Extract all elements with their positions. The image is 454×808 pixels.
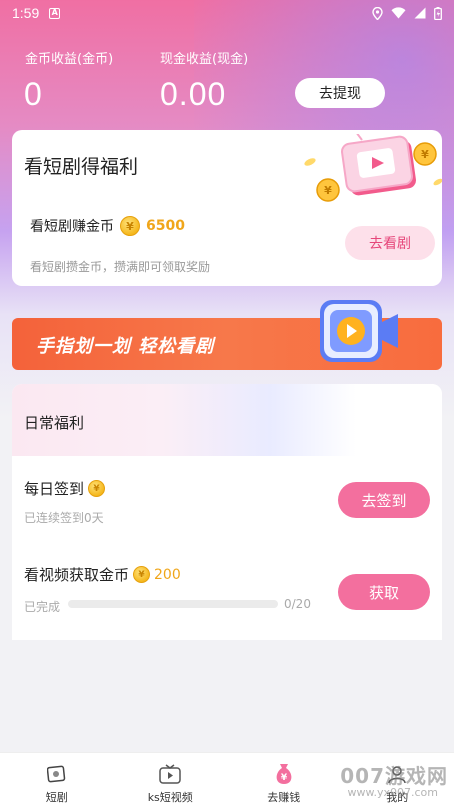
battery-icon <box>434 6 442 20</box>
money-bag-icon: ¥ <box>273 763 295 785</box>
daily-rewards-card: 日常福利 每日签到 ¥ 已连续签到0天 去签到 看视频获取金币 ¥ 200 已完… <box>12 384 442 640</box>
daily-rewards-title: 日常福利 <box>24 414 85 432</box>
task-progress-bar <box>68 600 278 608</box>
coin-icon: ¥ <box>133 566 151 583</box>
checkin-button[interactable]: 去签到 <box>338 482 430 518</box>
get-coins-button[interactable]: 获取 <box>338 574 430 610</box>
tv-icon <box>159 763 181 785</box>
coin-earnings-value: 0 <box>24 76 43 112</box>
location-icon <box>372 6 383 20</box>
daily-rewards-header: 日常福利 <box>12 384 442 456</box>
drama-icon <box>46 763 68 785</box>
drama-card-title: 看短剧得福利 <box>24 156 139 178</box>
drama-description: 看短剧攒金币，攒满即可领取奖励 <box>30 260 211 274</box>
wifi-icon <box>391 7 406 19</box>
drama-earn-label: 看短剧赚金币 <box>30 219 114 235</box>
svg-text:¥: ¥ <box>281 773 288 783</box>
tab-earn-money[interactable]: ¥ 去赚钱 <box>227 753 341 808</box>
task-watch-video: 看视频获取金币 ¥ 200 已完成 0/20 获取 <box>12 546 442 636</box>
task-progress-label: 已完成 <box>24 600 61 614</box>
task-reward: 200 <box>154 566 181 583</box>
tv-illustration: ¥ ¥ <box>304 134 442 202</box>
banner-text: 手指划一划 轻松看剧 <box>36 336 215 357</box>
svg-text:¥: ¥ <box>324 184 332 197</box>
status-icons <box>372 6 442 20</box>
svg-text:¥: ¥ <box>421 148 429 161</box>
drama-earn-row: 看短剧赚金币 ¥ 6500 <box>30 216 185 236</box>
task-title-text: 每日签到 <box>24 480 85 498</box>
watermark-logo: 007游戏网 <box>340 764 448 788</box>
tab-label: 去赚钱 <box>267 791 301 804</box>
task-desc: 已连续签到0天 <box>24 511 104 525</box>
video-camera-icon <box>320 300 398 362</box>
task-checkin: 每日签到 ¥ 已连续签到0天 去签到 <box>12 456 442 546</box>
status-time: 1:59 <box>12 5 40 21</box>
watch-drama-button[interactable]: 去看剧 <box>345 226 435 260</box>
coin-earnings-label: 金币收益(金币) <box>25 52 114 67</box>
drama-earn-coins: 6500 <box>146 218 185 234</box>
task-title-text: 看视频获取金币 <box>24 566 130 584</box>
cash-earnings-value: 0.00 <box>160 76 227 112</box>
status-bar: 1:59 A <box>0 0 454 26</box>
cash-earnings-label: 现金收益(现金) <box>160 52 249 67</box>
drama-reward-card: 看短剧得福利 ¥ ¥ 看短剧赚金币 ¥ 6500 看短剧攒金币，攒满即可领取奖励… <box>12 130 442 286</box>
coin-icon: ¥ <box>88 480 106 497</box>
tab-drama[interactable]: 短剧 <box>0 753 114 808</box>
task-title: 每日签到 ¥ <box>24 478 106 499</box>
signal-icon <box>414 7 426 19</box>
watermark-url: www.yx007.com <box>347 786 438 799</box>
coin-icon: ¥ <box>120 216 140 236</box>
notification-icon: A <box>49 7 61 19</box>
task-title: 看视频获取金币 ¥ 200 <box>24 564 181 585</box>
swipe-banner[interactable]: 手指划一划 轻松看剧 <box>12 300 442 370</box>
tab-short-video[interactable]: ks短视频 <box>114 753 228 808</box>
tab-label: ks短视频 <box>147 791 193 804</box>
task-progress-text: 0/20 <box>284 597 311 611</box>
tab-label: 短剧 <box>45 791 68 804</box>
withdraw-button[interactable]: 去提现 <box>295 78 385 108</box>
